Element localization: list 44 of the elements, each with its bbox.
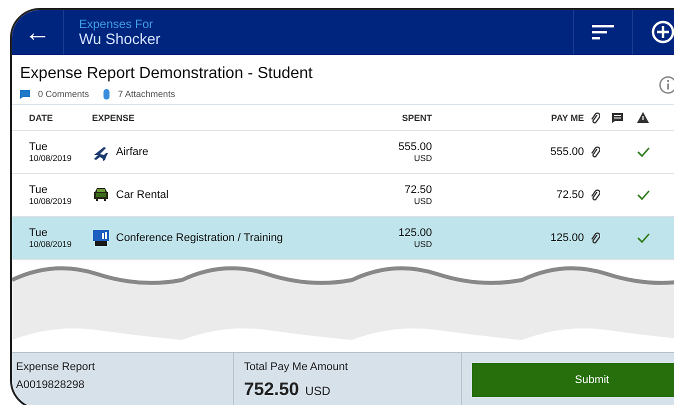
- total-label: Total Pay Me Amount: [244, 361, 349, 373]
- comments-count: 0 Comments: [38, 89, 90, 100]
- expense-row[interactable]: Tue 10/08/2019 Conference Registration / Training 125.00 USD 125.00: [12, 217, 674, 260]
- header-subtitle: Expenses For: [79, 16, 154, 31]
- expense-row[interactable]: Tue 10/08/2019 Airfare 555.00 USD 555.00: [12, 131, 674, 174]
- report-id: A0019828298: [16, 379, 86, 391]
- add-icon[interactable]: [651, 20, 674, 44]
- currency-label: USD: [414, 153, 432, 163]
- day-label: Tue: [29, 227, 49, 239]
- car-icon: [92, 186, 110, 204]
- total-amount: 752.50: [244, 379, 300, 400]
- column-header: EXPENSE: [92, 112, 136, 122]
- spent-amount: 555.00: [398, 141, 432, 153]
- comment-icon: [612, 112, 622, 122]
- date-label: 10/08/2019: [29, 196, 73, 206]
- pay-me-amount: 555.00: [549, 146, 584, 158]
- info-icon[interactable]: [659, 76, 674, 94]
- column-header: SPENT: [400, 112, 432, 122]
- submit-button[interactable]: Submit: [472, 363, 674, 397]
- expense-name: Airfare: [116, 146, 148, 158]
- date-label: 10/08/2019: [29, 153, 73, 163]
- expense-name: Car Rental: [116, 189, 169, 201]
- column-header: PAY ME: [550, 112, 584, 122]
- pay-me-amount: 72.50: [555, 189, 584, 201]
- spent-amount: 72.50: [404, 184, 432, 196]
- warning-icon: [637, 112, 649, 123]
- currency-label: USD: [414, 196, 432, 206]
- report-label: Expense Report: [16, 361, 96, 373]
- report-title: Expense Report Demonstration - Student: [20, 64, 313, 83]
- day-label: Tue: [29, 141, 49, 153]
- header-title: Wu Shocker: [79, 30, 162, 48]
- expense-name: Conference Registration / Training: [116, 232, 283, 244]
- comment-icon: [20, 90, 30, 99]
- attachments-count: 7 Attachments: [118, 89, 176, 100]
- day-label: Tue: [29, 184, 49, 196]
- pay-me-amount: 125.00: [549, 232, 584, 244]
- sort-icon[interactable]: [592, 24, 614, 40]
- presentation-icon: [92, 229, 110, 247]
- column-header: DATE: [29, 112, 54, 122]
- currency-label: USD: [414, 239, 432, 249]
- spent-amount: 125.00: [398, 227, 432, 239]
- date-label: 10/08/2019: [29, 239, 73, 249]
- back-button[interactable]: ←: [12, 10, 64, 55]
- currency-label: USD: [305, 384, 330, 398]
